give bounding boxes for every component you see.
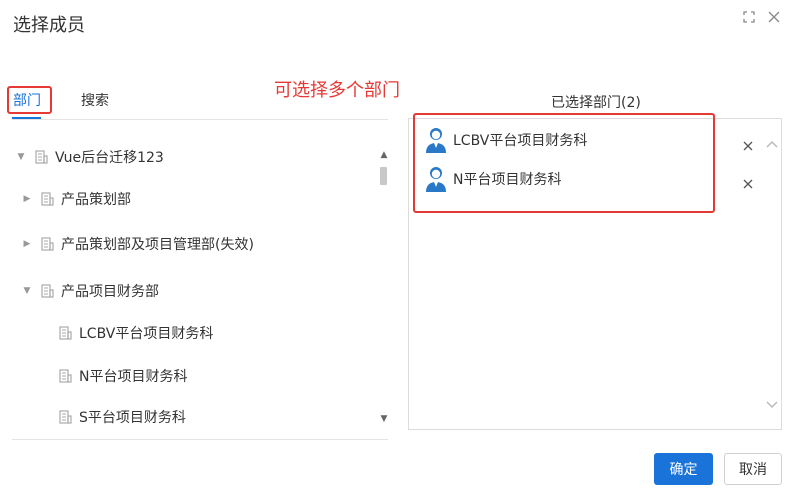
building-icon [41,237,54,251]
dialog-title: 选择成员 [13,15,85,36]
active-tab-indicator [12,117,41,119]
building-icon [41,192,54,206]
chevron-up-icon[interactable] [766,137,778,151]
tree-node-label: N平台项目财务科 [79,369,188,385]
building-icon [59,369,72,383]
department-tree: ▼ Vue后台迁移123 ▶ 产品策划部 ▶ 产品策划部及项目管理部(失效) ▼… [12,134,388,440]
tree-node[interactable]: LCBV平台项目财务科 [58,322,213,344]
confirm-button[interactable]: 确定 [654,453,713,485]
tree-node-label: 产品策划部及项目管理部(失效) [61,237,254,253]
remove-icon[interactable] [741,177,755,191]
tree-node[interactable]: ▶ 产品策划部及项目管理部(失效) [22,233,254,255]
remove-icon[interactable] [741,139,755,153]
building-icon [35,150,48,164]
tree-node[interactable]: ▶ 产品策划部 [22,188,131,210]
annotation-text: 可选择多个部门 [274,80,400,101]
maximize-icon[interactable] [742,10,758,26]
scroll-up-icon[interactable]: ▲ [379,150,389,160]
cancel-button[interactable]: 取消 [724,453,782,485]
tree-node-label: S平台项目财务科 [79,410,186,426]
caret-right-icon[interactable]: ▶ [22,239,32,249]
highlight-box-selected [413,113,715,213]
caret-down-icon[interactable]: ▼ [22,286,32,296]
selected-title: 已选择部门(2) [551,95,641,111]
tree-node-label: 产品策划部 [61,192,131,208]
tree-node-label: Vue后台迁移123 [55,150,164,166]
highlight-box-tab [7,86,52,114]
close-icon[interactable] [766,10,782,26]
tree-node-label: 产品项目财务部 [61,284,159,300]
tree-node[interactable]: ▼ Vue后台迁移123 [16,146,164,168]
tab-search[interactable]: 搜索 [81,90,109,110]
chevron-down-icon[interactable] [766,398,778,412]
caret-down-icon[interactable]: ▼ [16,152,26,162]
tree-node[interactable]: ▼ 产品项目财务部 [22,280,159,302]
tree-scrollbar-thumb[interactable] [380,167,387,185]
building-icon [59,410,72,424]
tree-node-label: LCBV平台项目财务科 [79,326,214,342]
scroll-down-icon[interactable]: ▼ [379,414,389,424]
tree-node[interactable]: S平台项目财务科 [58,406,186,428]
building-icon [59,326,72,340]
building-icon [41,284,54,298]
caret-right-icon[interactable]: ▶ [22,194,32,204]
tree-node[interactable]: N平台项目财务科 [58,365,187,387]
